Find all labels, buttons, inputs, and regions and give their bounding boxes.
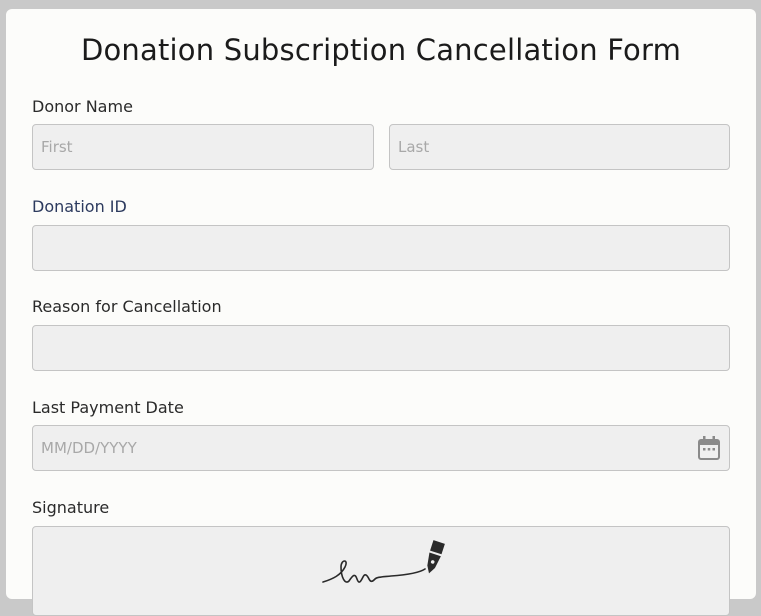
signature-pad[interactable] xyxy=(32,526,730,616)
last-name-input[interactable] xyxy=(389,124,730,170)
last-payment-date-label: Last Payment Date xyxy=(32,398,184,417)
form-title: Donation Subscription Cancellation Form xyxy=(80,33,682,67)
first-name-input[interactable] xyxy=(32,124,374,170)
reason-input[interactable] xyxy=(32,325,730,371)
reason-label: Reason for Cancellation xyxy=(32,297,222,316)
last-payment-date-input[interactable] xyxy=(32,425,730,471)
signature-label: Signature xyxy=(32,498,110,517)
donation-id-label: Donation ID xyxy=(32,197,127,216)
form-card: Donation Subscription Cancellation Form … xyxy=(6,9,756,616)
donor-name-label: Donor Name xyxy=(32,97,133,116)
signature-pen-icon xyxy=(322,540,445,583)
calendar-icon[interactable] xyxy=(698,436,720,460)
donation-id-input[interactable] xyxy=(32,225,730,271)
